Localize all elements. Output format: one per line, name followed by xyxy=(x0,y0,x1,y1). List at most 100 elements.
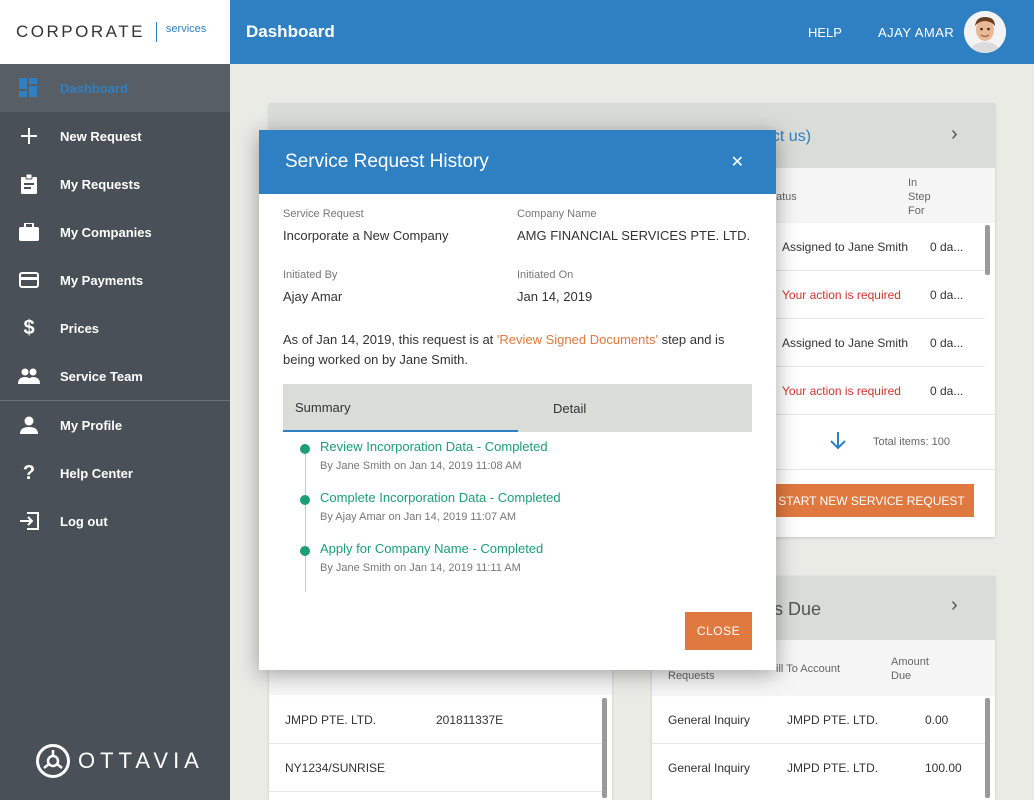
credit-card-icon xyxy=(18,269,40,291)
brand-logo[interactable]: CORPORATE services xyxy=(0,0,230,64)
modal-header: Service Request History ✕ xyxy=(259,130,776,194)
timeline-line xyxy=(305,446,306,592)
timeline-dot xyxy=(300,546,310,556)
tab-label: Summary xyxy=(295,399,351,415)
timeline-dot xyxy=(300,495,310,505)
sidebar-item-label: New Request xyxy=(60,128,142,144)
start-new-service-request-button[interactable]: START NEW SERVICE REQUEST xyxy=(769,484,974,517)
sidebar-item-my-requests[interactable]: My Requests xyxy=(0,160,230,208)
column-header-bill-to-account: ill To Account xyxy=(776,663,841,675)
column-header-status: atus xyxy=(776,191,797,203)
brand-name: CORPORATE xyxy=(16,22,145,41)
table-row-days: 0 da... xyxy=(930,288,964,302)
person-icon xyxy=(18,414,40,436)
sidebar: CORPORATE services Dashboard New Request… xyxy=(0,0,230,800)
arrow-down-icon[interactable] xyxy=(830,432,846,455)
sidebar-item-service-team[interactable]: Service Team xyxy=(0,352,230,400)
timeline-dot xyxy=(300,444,310,454)
table-row-days: 0 da... xyxy=(930,240,964,254)
brand-subtitle: services xyxy=(165,23,207,35)
table-row-status: Assigned to Jane Smith xyxy=(782,336,909,350)
sidebar-item-label: My Profile xyxy=(60,417,123,433)
column-header-requests: Requests xyxy=(668,670,715,682)
table-row-status: Your action is required xyxy=(782,288,901,302)
timeline-item-subtitle: By Jane Smith on Jan 14, 2019 11:08 AM xyxy=(320,460,522,472)
table-row-company-name: JMPD PTE. LTD. xyxy=(285,713,377,727)
initiated-on-label: Initiated On xyxy=(517,269,574,281)
top-header: Dashboard HELP AJAY AMAR xyxy=(230,0,1034,64)
scrollbar[interactable] xyxy=(602,698,607,798)
page-title: Dashboard xyxy=(246,22,335,41)
briefcase-icon xyxy=(18,221,40,243)
help-link[interactable]: HELP xyxy=(808,25,842,40)
row-divider xyxy=(269,791,602,792)
timeline-item-subtitle: By Jane Smith on Jan 14, 2019 11:11 AM xyxy=(320,562,521,574)
chevron-right-icon[interactable]: › xyxy=(951,123,958,146)
user-name[interactable]: AJAY AMAR xyxy=(878,25,954,40)
ottavia-logo-text: OTTAVIA xyxy=(78,748,204,773)
total-items: Total items: 100 xyxy=(873,436,951,448)
sidebar-item-dashboard[interactable]: Dashboard xyxy=(0,64,230,112)
sidebar-item-log-out[interactable]: Log out xyxy=(0,497,230,545)
scrollbar[interactable] xyxy=(985,225,990,275)
company-name-value: AMG FINANCIAL SERVICES PTE. LTD. xyxy=(517,228,751,243)
sidebar-item-label: My Requests xyxy=(60,176,141,192)
table-row-status: Your action is required xyxy=(782,384,901,398)
sidebar-item-label: Service Team xyxy=(60,368,143,384)
sidebar-item-label: My Payments xyxy=(60,272,144,288)
plus-icon xyxy=(18,125,40,147)
service-request-history-modal: Service Request History ✕ Service Reques… xyxy=(259,130,776,670)
table-row-account: JMPD PTE. LTD. xyxy=(787,713,879,727)
row-divider xyxy=(652,743,985,744)
tab-label: Detail xyxy=(553,400,587,416)
close-button[interactable]: CLOSE xyxy=(685,612,752,650)
brand-separator xyxy=(155,22,157,42)
request-status-paragraph: As of Jan 14, 2019, this request is at '… xyxy=(283,330,753,370)
table-row-amount: 0.00 xyxy=(925,713,949,727)
table-row-request: General Inquiry xyxy=(668,761,751,775)
sidebar-item-prices[interactable]: $ Prices xyxy=(0,304,230,352)
initiated-by-label: Initiated By xyxy=(283,269,338,281)
sidebar-item-help-center[interactable]: ? Help Center xyxy=(0,449,230,497)
payments-due-title: s Due xyxy=(774,599,822,619)
initiated-by-value: Ajay Amar xyxy=(283,289,343,304)
sidebar-item-my-companies[interactable]: My Companies xyxy=(0,208,230,256)
service-request-value: Incorporate a New Company xyxy=(283,228,449,243)
table-row-days: 0 da... xyxy=(930,384,964,398)
table-row-request: General Inquiry xyxy=(668,713,751,727)
sidebar-item-new-request[interactable]: New Request xyxy=(0,112,230,160)
sidebar-item-label: Dashboard xyxy=(60,80,128,96)
dashboard-icon xyxy=(18,77,40,99)
timeline-item-title[interactable]: Apply for Company Name - Completed xyxy=(320,541,543,556)
table-row-status: Assigned to Jane Smith xyxy=(782,240,909,254)
scrollbar[interactable] xyxy=(985,698,990,798)
avatar[interactable] xyxy=(964,11,1006,53)
logout-icon xyxy=(18,510,40,532)
table-row-company-name: NY1234/SUNRISE xyxy=(285,761,386,775)
timeline-item-subtitle: By Ajay Amar on Jan 14, 2019 11:07 AM xyxy=(320,511,517,523)
column-header-in-step-for: In Step For xyxy=(908,177,931,217)
ottavia-logo: OTTAVIA xyxy=(36,744,204,778)
table-row-amount: 100.00 xyxy=(925,761,962,775)
timeline-item-title[interactable]: Complete Incorporation Data - Completed xyxy=(320,490,561,505)
sidebar-item-label: My Companies xyxy=(60,224,152,240)
company-name-label: Company Name xyxy=(517,208,597,220)
timeline-item-title[interactable]: Review Incorporation Data - Completed xyxy=(320,439,548,454)
sidebar-item-label: Prices xyxy=(60,320,100,336)
sidebar-item-label: Help Center xyxy=(60,465,133,481)
chevron-right-icon[interactable]: › xyxy=(951,594,958,617)
clipboard-icon xyxy=(18,173,40,195)
tab-summary[interactable]: Summary xyxy=(283,384,518,432)
sidebar-item-my-payments[interactable]: My Payments xyxy=(0,256,230,304)
table-row-days: 0 da... xyxy=(930,336,964,350)
table-row-account: JMPD PTE. LTD. xyxy=(787,761,879,775)
sidebar-item-label: Log out xyxy=(60,513,108,529)
status-text-pre: As of Jan 14, 2019, this request is at xyxy=(283,332,497,347)
column-header-amount-due: Amount Due xyxy=(891,656,929,682)
sidebar-item-my-profile[interactable]: My Profile xyxy=(0,401,230,449)
close-icon[interactable]: ✕ xyxy=(731,152,744,172)
ottavia-logo-icon xyxy=(36,744,70,778)
service-request-label: Service Request xyxy=(283,208,364,220)
row-divider xyxy=(269,743,602,744)
tab-detail[interactable]: Detail xyxy=(518,384,752,432)
